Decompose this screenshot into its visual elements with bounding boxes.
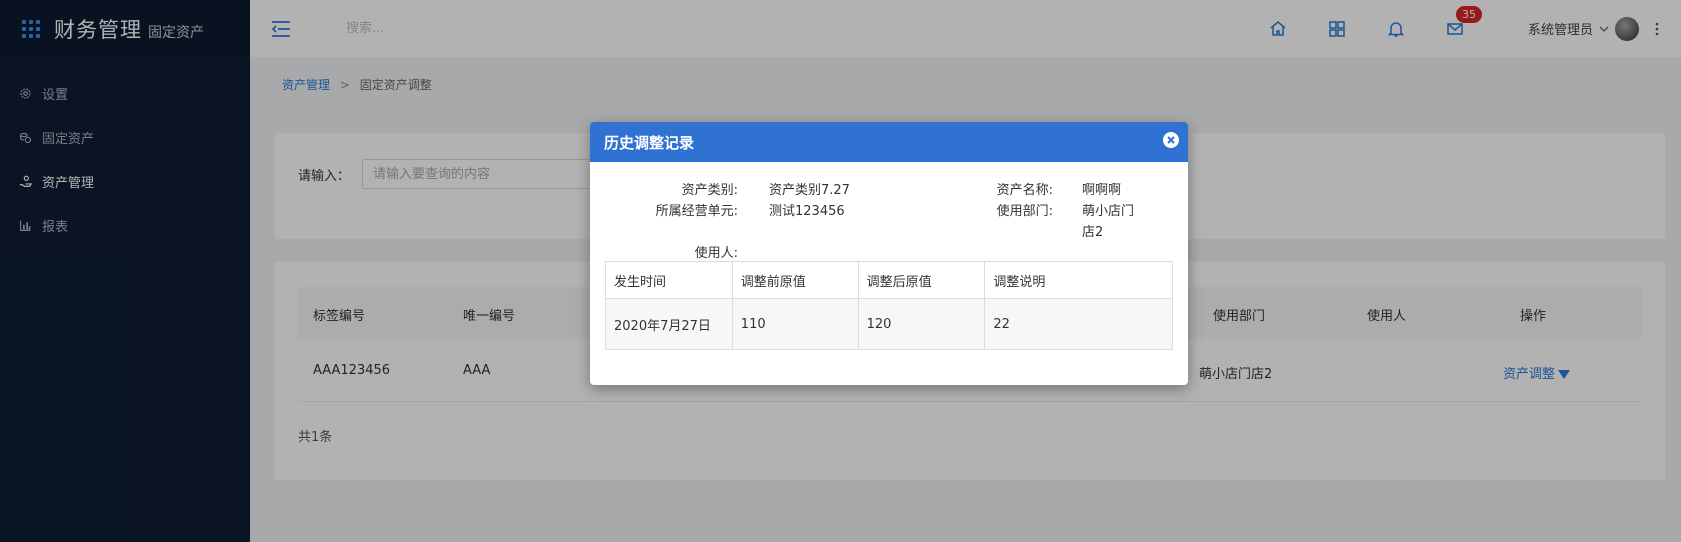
history-cell-note: 22 bbox=[984, 298, 1173, 350]
close-icon[interactable] bbox=[1163, 132, 1179, 148]
history-header-note: 调整说明 bbox=[984, 261, 1173, 299]
history-cell-time: 2020年7月27日 bbox=[605, 298, 733, 350]
asset-category-label: 资产类别: bbox=[681, 183, 738, 198]
close-button[interactable] bbox=[1163, 132, 1179, 148]
history-header-after: 调整后原值 bbox=[857, 261, 986, 299]
modal-title: 历史调整记录 bbox=[604, 133, 695, 152]
history-header-before: 调整前原值 bbox=[731, 261, 859, 299]
asset-name-value: 啊啊啊 bbox=[1082, 183, 1122, 198]
modal-header: 历史调整记录 bbox=[590, 122, 1188, 162]
department-value: 萌小店门 bbox=[1082, 204, 1135, 219]
history-cell-after: 120 bbox=[857, 298, 986, 350]
business-unit-value: 测试123456 bbox=[769, 204, 845, 219]
history-cell-before: 110 bbox=[731, 298, 859, 350]
history-header-time: 发生时间 bbox=[605, 261, 733, 299]
history-table: 发生时间 调整前原值 调整后原值 调整说明 2020年7月27日 110 120… bbox=[605, 261, 1173, 350]
department-label: 使用部门: bbox=[996, 204, 1053, 219]
business-unit-label: 所属经营单元: bbox=[655, 204, 738, 219]
user-label: 使用人: bbox=[694, 246, 738, 261]
asset-category-value: 资产类别7.27 bbox=[769, 183, 850, 198]
history-modal: 历史调整记录 资产类别: 资产类别7.27 所属经营单元: 测试123456 资… bbox=[590, 122, 1188, 385]
history-row: 2020年7月27日 110 120 22 bbox=[605, 298, 1173, 350]
asset-name-label: 资产名称: bbox=[996, 183, 1053, 198]
history-table-header: 发生时间 调整前原值 调整后原值 调整说明 bbox=[605, 261, 1173, 299]
department-value-continued: 店2 bbox=[1082, 225, 1104, 240]
